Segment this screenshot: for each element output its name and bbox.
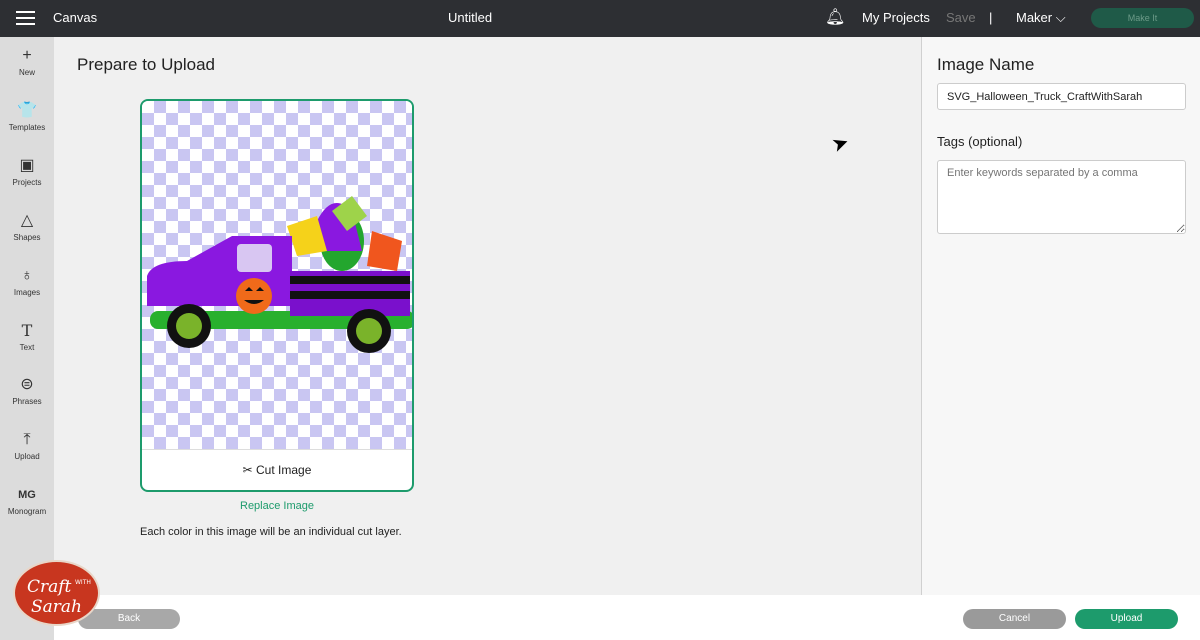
page-title: Prepare to Upload (77, 55, 215, 74)
mouse-cursor-icon: ➤ (828, 130, 853, 158)
sidebar-label: Phrases (12, 397, 42, 406)
my-projects-link[interactable]: My Projects (862, 0, 930, 36)
sidebar-label: Images (13, 288, 41, 297)
scissors-icon: ✂ (242, 463, 253, 477)
svg-text:Craft: Craft (27, 577, 72, 597)
machine-label: Maker (1016, 10, 1053, 25)
chevron-down-icon: ⌵ (1055, 10, 1066, 25)
svg-text:WITH: WITH (75, 579, 91, 586)
replace-image-link[interactable]: Replace Image (140, 500, 414, 512)
upload-panel: Prepare to Upload ✂ Cut Image Replace Im… (54, 37, 920, 595)
footer-bar: Back Cancel Upload (54, 595, 1200, 640)
cut-layer-note: Each color in this image will be an indi… (140, 526, 402, 538)
save-button[interactable]: Save (946, 0, 976, 36)
sidebar-label: Text (19, 343, 35, 352)
sidebar-item-shapes[interactable]: △ Shapes (0, 211, 54, 242)
sidebar-label: Upload (14, 452, 40, 461)
sidebar-item-new[interactable]: + New (0, 46, 54, 77)
shapes-icon: △ (20, 212, 34, 229)
make-it-button[interactable]: Make It (1091, 8, 1194, 28)
tags-label: Tags (optional) (937, 134, 1023, 149)
image-preview-card: ✂ Cut Image (140, 99, 414, 492)
image-name-label: Image Name (937, 55, 1035, 74)
image-preview (142, 101, 412, 449)
sidebar-item-templates[interactable]: 👕 Templates (0, 101, 54, 132)
sidebar-label: New (18, 68, 35, 77)
app-name: Canvas (53, 10, 98, 25)
cancel-button[interactable]: Cancel (963, 609, 1066, 629)
tags-input[interactable] (937, 160, 1186, 234)
sidebar-label: Shapes (13, 233, 41, 242)
svg-text:Sarah: Sarah (31, 597, 82, 617)
lightbulb-icon: ♁ (21, 267, 33, 284)
craft-with-sarah-logo: Craft WITH Sarah (13, 560, 100, 626)
top-bar: Canvas Untitled 🔔︎ My Projects Save | Ma… (0, 0, 1200, 37)
cut-image-label: Cut Image (256, 463, 312, 477)
upload-icon: ⤒ (23, 431, 31, 448)
sidebar-item-images[interactable]: ♁ Images (0, 266, 54, 297)
image-name-input[interactable] (937, 83, 1186, 110)
shirt-icon: 👕 (17, 102, 37, 119)
project-title[interactable]: Untitled (448, 0, 492, 36)
plus-circle-icon: + (22, 47, 32, 64)
sidebar-label: Monogram (7, 507, 47, 516)
cut-image-option[interactable]: ✂ Cut Image (142, 449, 412, 490)
sidebar-label: Projects (12, 178, 42, 187)
sidebar-item-phrases[interactable]: ⊜ Phrases (0, 375, 54, 406)
bell-icon[interactable]: 🔔︎ (825, 0, 845, 36)
sidebar-item-monogram[interactable]: MG Monogram (0, 485, 54, 516)
monogram-icon: MG (18, 489, 36, 501)
upload-button[interactable]: Upload (1075, 609, 1178, 629)
separator: | (989, 10, 993, 25)
speech-bubble-icon: ⊜ (20, 376, 34, 393)
image-details-panel: Image Name Tags (optional) (921, 37, 1200, 595)
hamburger-menu-icon[interactable] (16, 11, 35, 25)
projects-icon: ▣ (19, 157, 35, 174)
halloween-truck-image (147, 196, 412, 353)
sidebar-item-projects[interactable]: ▣ Projects (0, 156, 54, 187)
machine-select[interactable]: Maker ⌵ (1016, 0, 1066, 36)
sidebar-item-text[interactable]: T Text (0, 321, 54, 352)
text-icon: T (21, 321, 33, 340)
sidebar: + New 👕 Templates ▣ Projects △ Shapes ♁ Image… (0, 37, 54, 640)
sidebar-label: Templates (8, 123, 46, 132)
sidebar-item-upload[interactable]: ⤒ Upload (0, 430, 54, 461)
